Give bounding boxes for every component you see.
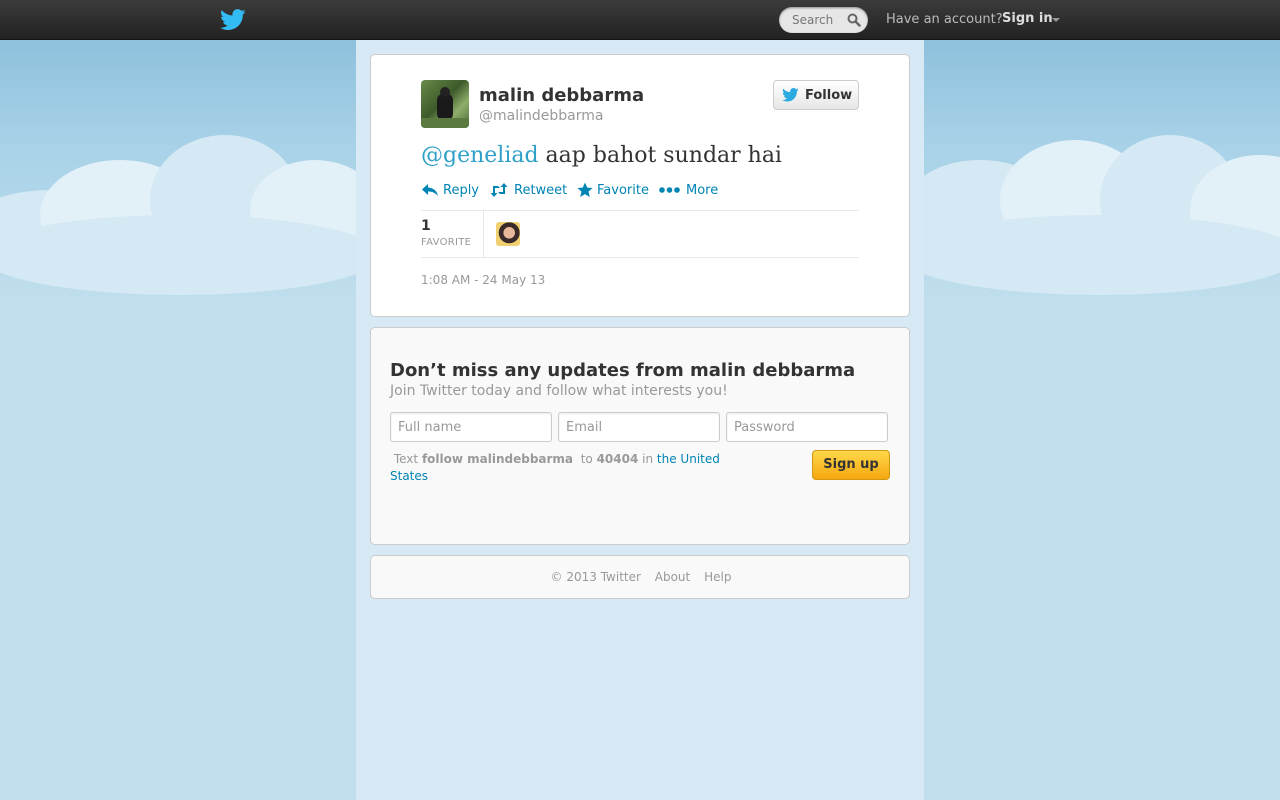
tweet-stats: 1 FAVORITE	[421, 210, 859, 258]
signup-title: Don’t miss any updates from malin debbar…	[390, 360, 856, 381]
sms-to: to	[580, 452, 593, 466]
sign-up-button[interactable]: Sign up	[812, 450, 890, 480]
follow-button[interactable]: Follow	[773, 80, 859, 110]
about-link[interactable]: About	[655, 570, 690, 584]
stats-divider	[483, 211, 484, 257]
email-placeholder: Email	[566, 420, 603, 435]
search-icon[interactable]	[847, 13, 861, 27]
signup-subtitle: Join Twitter today and follow what inter…	[390, 383, 728, 399]
avatar-photo	[421, 87, 469, 128]
password-field[interactable]: Password	[726, 412, 888, 442]
tweet-text: @geneliad aap bahot sundar hai	[421, 143, 782, 168]
favorite-button[interactable]: Favorite	[577, 181, 651, 201]
password-placeholder: Password	[734, 420, 795, 435]
footer-links: © 2013 Twitter About Help	[371, 570, 911, 584]
tweet-actions: Reply Retweet Favorite More	[421, 181, 861, 201]
user-fullname[interactable]: malin debbarma	[479, 85, 644, 106]
star-icon	[577, 182, 593, 197]
twitter-bird-icon	[782, 88, 799, 102]
reply-button[interactable]: Reply	[421, 181, 481, 201]
user-screenname[interactable]: @malindebbarma	[479, 108, 603, 124]
email-field[interactable]: Email	[558, 412, 720, 442]
sign-in-link[interactable]: Sign in	[1002, 11, 1053, 26]
more-button[interactable]: More	[659, 181, 719, 201]
mention-link[interactable]: @geneliad	[421, 143, 539, 168]
retweet-button[interactable]: Retweet	[489, 181, 567, 201]
cloud-shape	[0, 215, 380, 295]
follow-label: Follow	[805, 88, 853, 103]
full-name-field[interactable]: Full name	[390, 412, 552, 442]
search-input[interactable]: Search	[779, 7, 868, 33]
favorite-label: Favorite	[597, 183, 649, 198]
top-bar: Search Have an account? Sign in	[0, 0, 1280, 40]
help-link[interactable]: Help	[704, 570, 731, 584]
sms-prefix: Text	[393, 452, 419, 466]
signup-card: Don’t miss any updates from malin debbar…	[370, 327, 910, 545]
copyright-text: © 2013 Twitter	[550, 570, 641, 584]
search-placeholder: Search	[792, 13, 834, 27]
footer-card: © 2013 Twitter About Help	[370, 555, 910, 599]
favoriter-avatar[interactable]	[496, 222, 520, 246]
reply-label: Reply	[443, 183, 480, 198]
retweet-icon	[490, 183, 508, 197]
twitter-bird-icon[interactable]	[220, 8, 246, 32]
sms-in: in	[642, 452, 654, 466]
sms-follow-text: Text follow malindebbarma to 40404 in th…	[390, 451, 750, 485]
full-name-placeholder: Full name	[398, 420, 462, 435]
caret-down-icon[interactable]	[1052, 18, 1060, 22]
more-label: More	[686, 183, 719, 198]
tweet-body: aap bahot sundar hai	[538, 143, 782, 168]
reply-icon	[422, 184, 438, 196]
have-account-text: Have an account?	[886, 12, 1003, 27]
tweet-card: malin debbarma @malindebbarma Follow @ge…	[370, 54, 910, 317]
more-dots-icon	[659, 187, 680, 193]
sms-number: 40404	[596, 452, 639, 466]
favorite-count[interactable]: 1	[421, 218, 431, 234]
retweet-label: Retweet	[514, 183, 568, 198]
sms-command: follow malindebbarma	[421, 452, 574, 466]
favorite-count-label: FAVORITE	[421, 237, 472, 248]
cloud-shape	[900, 215, 1280, 295]
avatar[interactable]	[421, 80, 469, 128]
tweet-timestamp: 1:08 AM - 24 May 13	[421, 273, 546, 287]
